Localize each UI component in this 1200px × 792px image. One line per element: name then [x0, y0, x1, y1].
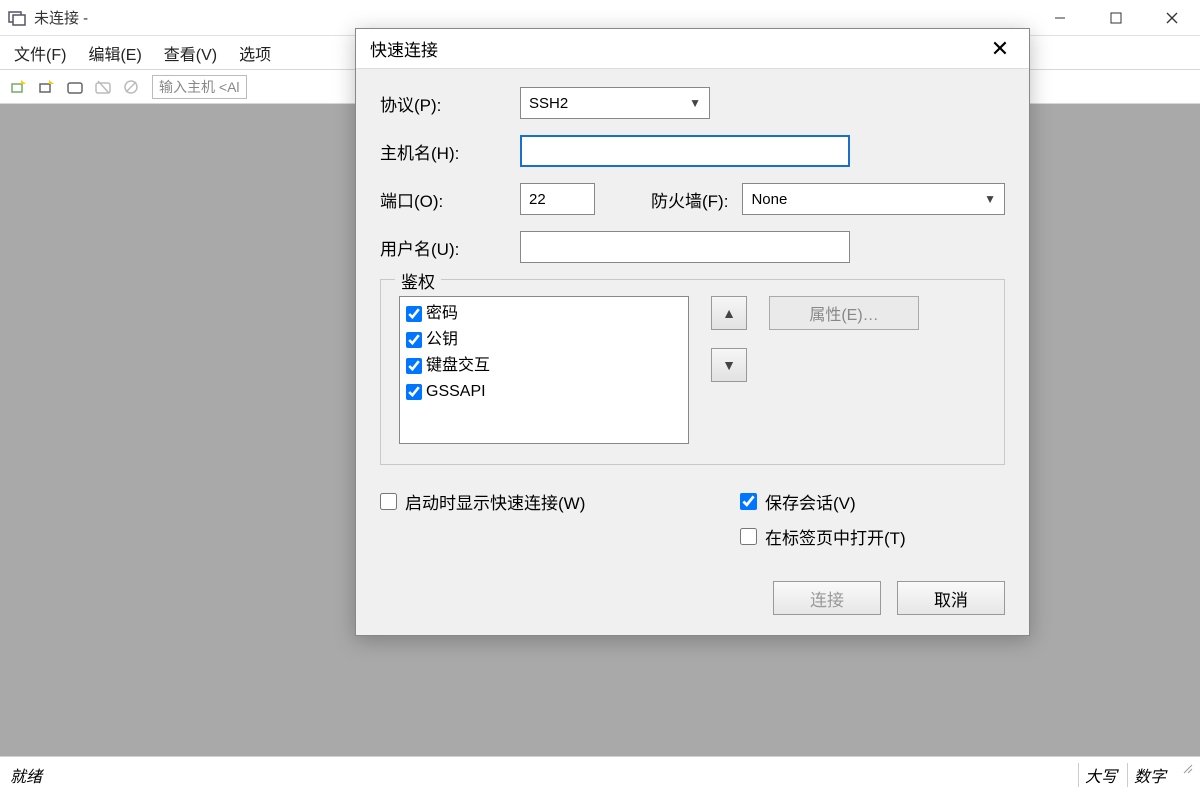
dialog-title: 快速连接	[370, 36, 985, 61]
status-text: 就绪	[10, 763, 1078, 787]
save-session-check[interactable]: 保存会话(V)	[740, 489, 1005, 514]
hostname-label: 主机名(H):	[380, 139, 520, 164]
toolbar-icon-2[interactable]	[36, 76, 58, 98]
show-on-start-checkbox[interactable]	[380, 493, 397, 510]
firewall-select[interactable]: None ▼	[742, 183, 1005, 215]
protocol-select[interactable]: SSH2 ▼	[520, 87, 710, 119]
firewall-label: 防火墙(F):	[651, 187, 728, 212]
menu-view[interactable]: 查看(V)	[164, 41, 217, 65]
protocol-value: SSH2	[529, 95, 568, 112]
properties-button[interactable]: 属性(E)…	[769, 296, 919, 330]
dialog-titlebar: 快速连接 ✕	[356, 29, 1029, 69]
hostname-input[interactable]	[520, 135, 850, 167]
window-controls	[1032, 0, 1200, 36]
dialog-body: 协议(P): SSH2 ▼ 主机名(H): 端口(O): 防火墙(F): No	[356, 69, 1029, 635]
auth-check-keyboard[interactable]	[406, 358, 422, 374]
auth-item-gssapi[interactable]: GSSAPI	[406, 379, 682, 405]
save-session-checkbox[interactable]	[740, 493, 757, 510]
close-button[interactable]	[1144, 0, 1200, 36]
chevron-down-icon: ▼	[984, 192, 996, 206]
chevron-down-icon: ▼	[689, 96, 701, 110]
auth-item-password[interactable]: 密码	[406, 301, 682, 327]
username-label: 用户名(U):	[380, 235, 520, 260]
open-in-tab-check[interactable]: 在标签页中打开(T)	[740, 524, 1005, 549]
toolbar-icon-3[interactable]	[64, 76, 86, 98]
port-input[interactable]	[520, 183, 595, 215]
menu-file[interactable]: 文件(F)	[14, 41, 66, 65]
auth-props-col: 属性(E)…	[769, 296, 919, 444]
connect-button[interactable]: 连接	[773, 581, 881, 615]
auth-check-publickey[interactable]	[406, 332, 422, 348]
toolbar-icon-5[interactable]	[120, 76, 142, 98]
move-down-button[interactable]: ▼	[711, 348, 747, 382]
close-icon[interactable]: ✕	[985, 36, 1015, 62]
window-title: 未连接 -	[34, 7, 88, 28]
protocol-label: 协议(P):	[380, 91, 520, 116]
status-caps: 大写	[1078, 763, 1123, 787]
auth-legend: 鉴权	[395, 268, 441, 293]
status-grip	[1176, 763, 1190, 787]
menu-edit[interactable]: 编辑(E)	[88, 41, 141, 65]
auth-reorder: ▲ ▼	[711, 296, 747, 444]
toolbar-icon-1[interactable]	[8, 76, 30, 98]
auth-list[interactable]: 密码 公钥 键盘交互 GSSAPI	[399, 296, 689, 444]
move-up-button[interactable]: ▲	[711, 296, 747, 330]
auth-item-publickey[interactable]: 公钥	[406, 327, 682, 353]
host-input-hint[interactable]: 输入主机 <Al	[152, 75, 247, 99]
quick-connect-dialog: 快速连接 ✕ 协议(P): SSH2 ▼ 主机名(H): 端口(O):	[355, 28, 1030, 636]
auth-item-keyboard[interactable]: 键盘交互	[406, 353, 682, 379]
show-on-start-check[interactable]: 启动时显示快速连接(W)	[380, 489, 740, 514]
minimize-button[interactable]	[1032, 0, 1088, 36]
statusbar: 就绪 大写 数字	[0, 756, 1200, 792]
menu-options[interactable]: 选项	[239, 41, 271, 65]
firewall-value: None	[751, 191, 787, 208]
status-num: 数字	[1127, 763, 1172, 787]
toolbar-icon-4[interactable]	[92, 76, 114, 98]
app-icon	[8, 9, 26, 27]
maximize-button[interactable]	[1088, 0, 1144, 36]
open-in-tab-checkbox[interactable]	[740, 528, 757, 545]
auth-check-password[interactable]	[406, 306, 422, 322]
cancel-button[interactable]: 取消	[897, 581, 1005, 615]
auth-check-gssapi[interactable]	[406, 384, 422, 400]
auth-fieldset: 鉴权 密码 公钥 键盘交互 GSSAPI ▲ ▼ 属性(E)…	[380, 279, 1005, 465]
username-input[interactable]	[520, 231, 850, 263]
port-label: 端口(O):	[380, 187, 520, 212]
